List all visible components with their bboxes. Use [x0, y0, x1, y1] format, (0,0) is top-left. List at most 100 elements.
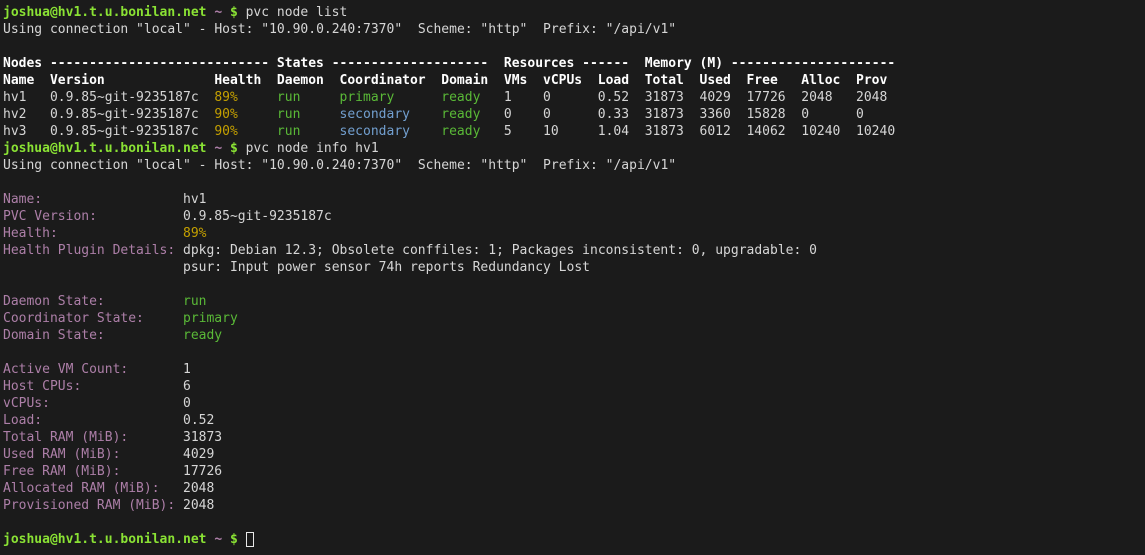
info-row-daemon-state: Daemon State:run — [3, 293, 1145, 310]
section-states-rule: -------------------- — [332, 55, 489, 72]
cell-vms: 1 — [504, 89, 543, 106]
cell-load: 0.33 — [598, 106, 645, 123]
info-row-health: Health:89% — [3, 225, 1145, 242]
info-label-health: Health: — [3, 225, 183, 242]
cell-prov-ram: 2048 — [856, 89, 895, 106]
table-row-hv1: hv10.9.85~git-9235187c89%runprimaryready… — [3, 89, 1145, 106]
col-header-health: Health — [214, 72, 277, 89]
cell-vcpus: 10 — [543, 123, 598, 140]
terminal[interactable]: joshua@hv1.t.u.bonilan.net ~ $ pvc node lis… — [0, 0, 1145, 555]
info-row-host-cpus: Host CPUs:6 — [3, 378, 1145, 395]
cell-total-ram: 31873 — [645, 123, 700, 140]
command-node-info: pvc node info hv1 — [246, 140, 379, 157]
cell-health: 89% — [214, 89, 277, 106]
cell-daemon-state: run — [277, 89, 340, 106]
cell-used-ram: 6012 — [700, 123, 747, 140]
info-row-load: Load:0.52 — [3, 412, 1145, 429]
info-label-allocated-ram: Allocated RAM (MiB): — [3, 480, 183, 497]
info-value-total-ram: 31873 — [183, 429, 222, 446]
prompt-user-host: joshua@hv1.t.u.bonilan.net — [3, 4, 207, 21]
cell-name: hv1 — [3, 89, 50, 106]
prompt-cwd: ~ — [214, 140, 222, 157]
prompt-user-host: joshua@hv1.t.u.bonilan.net — [3, 531, 207, 548]
section-nodes-label: Nodes — [3, 55, 42, 72]
section-memory-rule: --------------------- — [731, 55, 895, 72]
cell-load: 0.52 — [598, 89, 645, 106]
info-label-name: Name: — [3, 191, 183, 208]
info-value-vcpus: 0 — [183, 395, 191, 412]
info-label-pvc-version: PVC Version: — [3, 208, 183, 225]
info-value-coordinator-state: primary — [183, 310, 238, 327]
cell-daemon-state: run — [277, 123, 340, 140]
table-column-header: NameVersionHealthDaemonCoordinatorDomain… — [3, 72, 1145, 89]
info-value-load: 0.52 — [183, 412, 214, 429]
col-header-name: Name — [3, 72, 50, 89]
col-header-domain: Domain — [441, 72, 504, 89]
info-label-load: Load: — [3, 412, 183, 429]
info-row-health-plugin-details: Health Plugin Details:dpkg: Debian 12.3;… — [3, 242, 1145, 259]
cell-vms: 5 — [504, 123, 543, 140]
cell-alloc-ram: 0 — [801, 106, 856, 123]
cell-free-ram: 14062 — [746, 123, 801, 140]
connection-info: Using connection "local" - Host: "10.90.… — [3, 157, 676, 174]
prompt-line-1: joshua@hv1.t.u.bonilan.net~$pvc node lis… — [3, 4, 1145, 21]
info-value-used-ram: 4029 — [183, 446, 214, 463]
col-header-vcpus: vCPUs — [543, 72, 598, 89]
prompt-user-host: joshua@hv1.t.u.bonilan.net — [3, 140, 207, 157]
cell-health: 90% — [214, 123, 277, 140]
info-value-active-vm-count: 1 — [183, 361, 191, 378]
cell-free-ram: 17726 — [746, 89, 801, 106]
blank-line — [3, 38, 1145, 55]
info-value-host-cpus: 6 — [183, 378, 191, 395]
info-value-daemon-state: run — [183, 293, 206, 310]
section-resources-label: Resources — [504, 55, 574, 72]
info-label-vcpus: vCPUs: — [3, 395, 183, 412]
connection-info-line-2: Using connection "local" - Host: "10.90.… — [3, 157, 1145, 174]
cell-used-ram: 3360 — [700, 106, 747, 123]
info-value-pvc-version: 0.9.85~git-9235187c — [183, 208, 332, 225]
cell-coordinator-state: primary — [340, 89, 442, 106]
info-label-domain-state: Domain State: — [3, 327, 183, 344]
cell-total-ram: 31873 — [645, 106, 700, 123]
col-header-total: Total — [645, 72, 700, 89]
cell-domain-state: ready — [441, 89, 504, 106]
info-value-health-plugin-dpkg: dpkg: Debian 12.3; Obsolete conffiles: 1… — [183, 242, 817, 259]
prompt-symbol: $ — [230, 531, 238, 548]
cell-domain-state: ready — [441, 106, 504, 123]
col-header-daemon: Daemon — [277, 72, 340, 89]
info-label-daemon-state: Daemon State: — [3, 293, 183, 310]
col-header-free: Free — [746, 72, 801, 89]
prompt-cwd: ~ — [214, 531, 222, 548]
cell-vcpus: 0 — [543, 106, 598, 123]
col-header-load: Load — [598, 72, 645, 89]
prompt-cwd: ~ — [214, 4, 222, 21]
prompt-line-2: joshua@hv1.t.u.bonilan.net~$pvc node inf… — [3, 140, 1145, 157]
info-row-domain-state: Domain State:ready — [3, 327, 1145, 344]
table-row-hv3: hv30.9.85~git-9235187c90%runsecondaryrea… — [3, 123, 1145, 140]
prompt-line-3: joshua@hv1.t.u.bonilan.net ~ $ — [3, 531, 1145, 548]
info-row-active-vm-count: Active VM Count:1 — [3, 361, 1145, 378]
table-section-header: Nodes----------------------------States-… — [3, 55, 1145, 72]
blank-line — [3, 276, 1145, 293]
info-label-host-cpus: Host CPUs: — [3, 378, 183, 395]
connection-info: Using connection "local" - Host: "10.90.… — [3, 21, 676, 38]
section-states-label: States — [277, 55, 324, 72]
cell-used-ram: 4029 — [700, 89, 747, 106]
cell-alloc-ram: 10240 — [801, 123, 856, 140]
info-value-provisioned-ram: 2048 — [183, 497, 214, 514]
info-label-free-ram: Free RAM (MiB): — [3, 463, 183, 480]
command-node-list: pvc node list — [246, 4, 348, 21]
blank-line — [3, 174, 1145, 191]
info-row-health-plugin-psur: psur: Input power sensor 74h reports Red… — [3, 259, 1145, 276]
info-row-vcpus: vCPUs:0 — [3, 395, 1145, 412]
info-value-name: hv1 — [183, 191, 206, 208]
cell-free-ram: 15828 — [746, 106, 801, 123]
info-label-total-ram: Total RAM (MiB): — [3, 429, 183, 446]
connection-info-line-1: Using connection "local" - Host: "10.90.… — [3, 21, 1145, 38]
col-header-vms: VMs — [504, 72, 543, 89]
cell-vcpus: 0 — [543, 89, 598, 106]
info-label-coordinator-state: Coordinator State: — [3, 310, 183, 327]
blank-line — [3, 344, 1145, 361]
terminal-cursor[interactable] — [246, 532, 254, 547]
info-row-coordinator-state: Coordinator State:primary — [3, 310, 1145, 327]
